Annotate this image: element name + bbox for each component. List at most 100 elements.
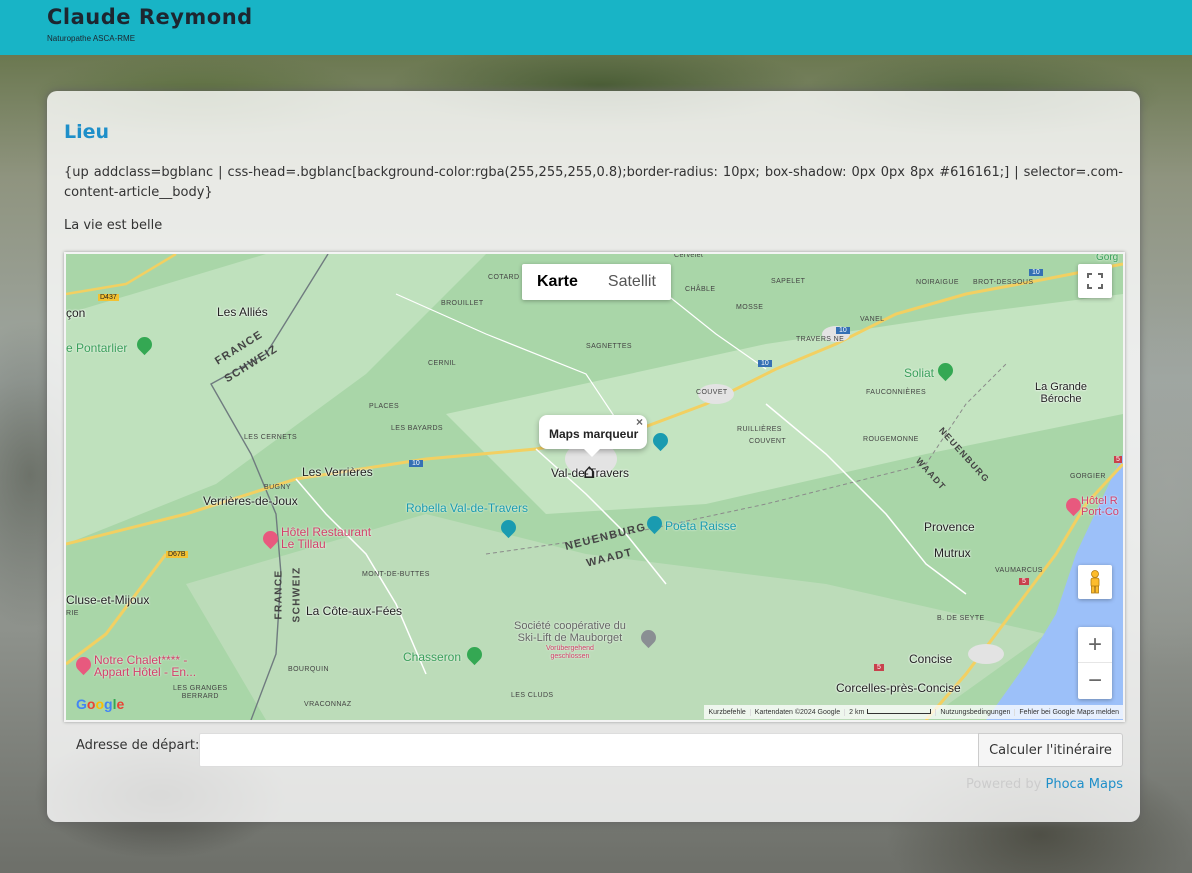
house-marker-icon[interactable]: ⌂: [583, 459, 596, 483]
route-form: Adresse de départ: Calculer l'itinéraire: [64, 733, 1123, 767]
powered-by: Powered by Phoca Maps: [966, 777, 1123, 792]
map-label-couvent: COUVENT: [749, 438, 787, 445]
map-label-brouillet: BROUILLET: [441, 300, 484, 307]
map-label-societe: Société coopérative du Ski-Lift de Maubo…: [514, 620, 626, 644]
calculate-route-button[interactable]: Calculer l'itinéraire: [978, 733, 1123, 767]
site-subtitle: Naturopathe ASCA-RME: [47, 34, 136, 43]
site-header: Claude Reymond Naturopathe ASCA-RME: [0, 0, 1192, 55]
map-label-poeta-raisse: Poëta Raisse: [665, 519, 737, 533]
map-label-corcelles: Corcelles-près-Concise: [836, 681, 961, 695]
map-label-sagnettes: SAGNETTES: [586, 343, 632, 350]
map-label-la-cote-aux-fees: La Côte-aux-Fées: [306, 604, 403, 618]
map-label-verrieres-de-joux: Verrières-de-Joux: [203, 494, 298, 508]
map-label-fauconnieres: FAUCONNIÈRES: [866, 389, 927, 396]
start-address-label: Adresse de départ:: [76, 738, 200, 753]
close-icon[interactable]: ×: [636, 415, 643, 429]
map-label-chasseron: Chasseron: [403, 650, 462, 664]
pegman-icon: [1090, 570, 1100, 594]
map-label-robella: Robella Val-de-Travers: [406, 501, 529, 515]
map-label-sapelet: SAPELET: [771, 278, 806, 285]
map-label-les-cluds: LES CLUDS: [511, 692, 554, 699]
info-window-tail: [584, 449, 600, 457]
map-label-noiraigue: NOIRAIGUE: [916, 279, 959, 286]
terms-link[interactable]: Nutzungsbedingungen: [936, 708, 1016, 716]
map-label-vaumarcus: VAUMARCUS: [995, 567, 1043, 574]
map-label-hotel-r: Hôtel R Port-Co: [1081, 495, 1119, 518]
road-shield: 10: [836, 327, 850, 334]
map-label-les-allies: Les Alliés: [217, 305, 268, 319]
map-label-pontarlier: e Pontarlier: [66, 341, 128, 355]
keyboard-shortcuts-link[interactable]: Kurzbefehle: [704, 708, 751, 716]
road-shield: 5: [1019, 578, 1029, 585]
map-type-karte-button[interactable]: Karte: [522, 264, 593, 300]
map-label-bourquin: BOURQUIN: [288, 666, 329, 673]
road-shield: 5: [874, 664, 884, 671]
zoom-in-button[interactable]: +: [1078, 627, 1112, 663]
road-shield: 10: [409, 460, 423, 467]
fullscreen-button[interactable]: [1078, 264, 1112, 298]
scale-label: 2 km: [849, 708, 865, 716]
map-label-soliat: Soliat: [904, 366, 935, 380]
article-shortcode-text: {up addclass=bgblanc | css-head=.bgblanc…: [64, 165, 1123, 200]
map-attribution: Kurzbefehle Kartendaten ©2024 Google 2 k…: [704, 705, 1123, 719]
article-text: La vie est belle: [64, 218, 163, 233]
scale-bar: [867, 709, 932, 715]
map-label-vanel: VANEL: [860, 316, 885, 323]
road-shield: D437: [98, 294, 119, 301]
map-label-cotard: COTARD: [488, 274, 520, 281]
map-label-les-cernets: LES CERNETS: [244, 434, 298, 441]
road-shield: 10: [758, 360, 772, 367]
map-label-ruillieres: RUILLIÈRES: [737, 426, 782, 433]
map-type-satellit-button[interactable]: Satellit: [593, 264, 671, 300]
site-title[interactable]: Claude Reymond: [47, 5, 253, 29]
map-scale[interactable]: 2 km: [845, 708, 937, 716]
zoom-control: + −: [1078, 627, 1112, 699]
zoom-out-button[interactable]: −: [1078, 663, 1112, 698]
road-shield: D67B: [166, 551, 188, 558]
google-map[interactable]: D437 10 10 10 10 D67B 5 5 5 çon Les Alli…: [64, 252, 1125, 722]
map-label-la-grande-beroche: La Grande Béroche: [1035, 381, 1087, 405]
map-label-cluse-et-mijoux: Cluse-et-Mijoux: [66, 593, 150, 607]
info-window-text: Maps marqueur: [549, 427, 639, 441]
google-logo-letter: e: [116, 696, 125, 712]
road-shield: 5: [1114, 456, 1122, 463]
phoca-maps-link[interactable]: Phoca Maps: [1046, 777, 1124, 792]
map-label-les-granges: LES GRANGES BERRARD: [173, 685, 228, 700]
report-error-link[interactable]: Fehler bei Google Maps melden: [1015, 709, 1123, 716]
map-label-mont-de-buttes: MONT-DE-BUTTES: [362, 571, 430, 578]
google-logo-letter: o: [95, 696, 105, 712]
map-label-vraconnaz: VRACONNAZ: [304, 701, 352, 708]
map-label-provence: Provence: [924, 520, 975, 534]
map-label-gorg: Gorg: [1096, 252, 1119, 263]
google-logo-letter: g: [104, 696, 113, 712]
map-label-chable: CHÂBLE: [685, 286, 716, 293]
map-type-control: Karte Satellit: [522, 264, 671, 300]
map-label-concise: Concise: [909, 652, 953, 666]
border-label-france-vertical: FRANCE: [273, 569, 285, 620]
map-label-rie: RIE: [66, 610, 79, 617]
map-label-les-bayards: LES BAYARDS: [391, 425, 443, 432]
map-label-travers-ne: TRAVERS NE: [796, 336, 845, 343]
map-label-con: çon: [66, 306, 86, 320]
map-label-hotel-restaurant: Hôtel Restaurant Le Tillau: [281, 525, 372, 551]
map-terrain: [66, 254, 1123, 720]
map-label-voruebergehend: Vorübergehend geschlossen: [546, 645, 594, 660]
map-label-gorgier: GORGIER: [1070, 473, 1106, 480]
map-label-mutrux: Mutrux: [934, 546, 971, 560]
map-label-places: PLACES: [369, 403, 400, 410]
border-label-schweiz-vertical: SCHWEIZ: [291, 566, 303, 623]
map-label-bugny: BUGNY: [264, 484, 291, 491]
map-label-cervelet: Cervelet: [674, 252, 704, 259]
start-address-input[interactable]: [199, 733, 980, 767]
map-label-les-verrieres: Les Verrières: [302, 465, 373, 479]
powered-by-prefix: Powered by: [966, 777, 1042, 792]
map-label-couvet: COUVET: [696, 389, 728, 396]
google-logo[interactable]: Google: [76, 696, 124, 712]
map-info-window[interactable]: Maps marqueur ×: [539, 415, 647, 449]
map-label-b-de-seyte: B. DE SEYTE: [937, 615, 985, 622]
fullscreen-icon: [1087, 273, 1103, 289]
google-logo-letter: G: [76, 696, 87, 712]
article-title: Lieu: [64, 121, 110, 143]
street-view-button[interactable]: [1078, 565, 1112, 599]
map-label-brot-dessous: BROT-DESSOUS: [973, 279, 1034, 286]
